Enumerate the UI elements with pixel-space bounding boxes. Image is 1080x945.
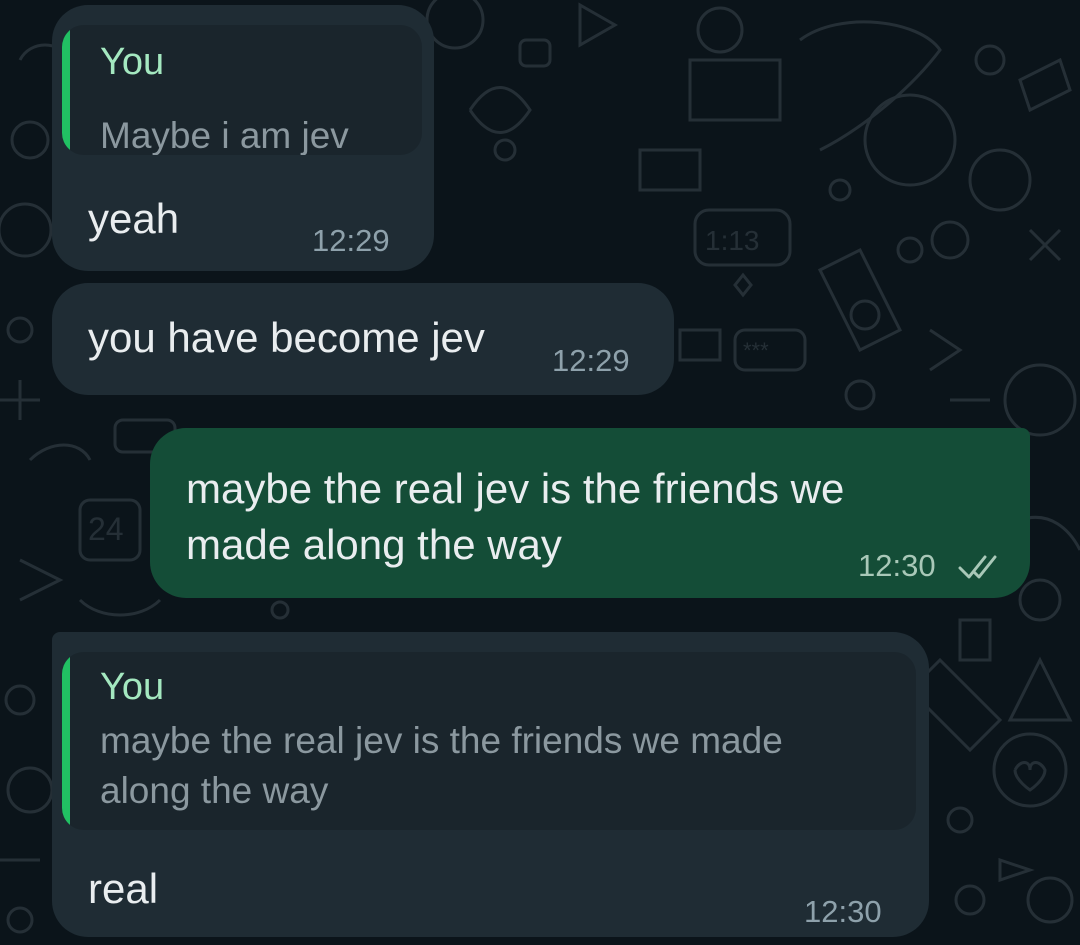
quote-accent-bar	[62, 652, 70, 830]
message-text: yeah	[88, 195, 180, 242]
quoted-message[interactable]: You Maybe i am jev	[62, 25, 422, 155]
message-text-line: maybe the real jev is the friends we	[186, 465, 845, 512]
message-text: you have become jev	[88, 314, 485, 361]
message-bubble-incoming[interactable]: You maybe the real jev is the friends we…	[52, 632, 929, 937]
message-time: 12:29	[552, 343, 630, 378]
message-time: 12:30	[804, 894, 882, 929]
message-text: real	[88, 865, 159, 912]
quote-author: You	[100, 41, 165, 83]
message-bubble-incoming[interactable]: You Maybe i am jev yeah 12:29	[52, 5, 434, 271]
double-check-icon	[958, 555, 997, 579]
quote-author: You	[100, 666, 165, 708]
message-bubble-incoming[interactable]: you have become jev 12:29	[52, 283, 674, 395]
message-bubble-outgoing[interactable]: maybe the real jev is the friends we mad…	[150, 428, 1030, 598]
chat-view: 1:13 *** 24 You Maybe i am jev yeah 12:2…	[0, 0, 1080, 945]
message-time: 12:30	[858, 548, 936, 583]
message-time: 12:29	[312, 223, 390, 258]
quote-text-line: along the way	[100, 770, 329, 811]
wallpaper-doodle-text: 24	[88, 511, 124, 547]
wallpaper-doodle-text: ***	[743, 338, 769, 363]
message-text-line: made along the way	[186, 521, 562, 568]
quote-accent-bar	[62, 25, 70, 155]
quoted-message[interactable]: You maybe the real jev is the friends we…	[62, 652, 916, 830]
quote-text: Maybe i am jev	[100, 115, 349, 155]
quote-text-line: maybe the real jev is the friends we mad…	[100, 720, 783, 761]
wallpaper-doodle-text: 1:13	[705, 225, 760, 256]
